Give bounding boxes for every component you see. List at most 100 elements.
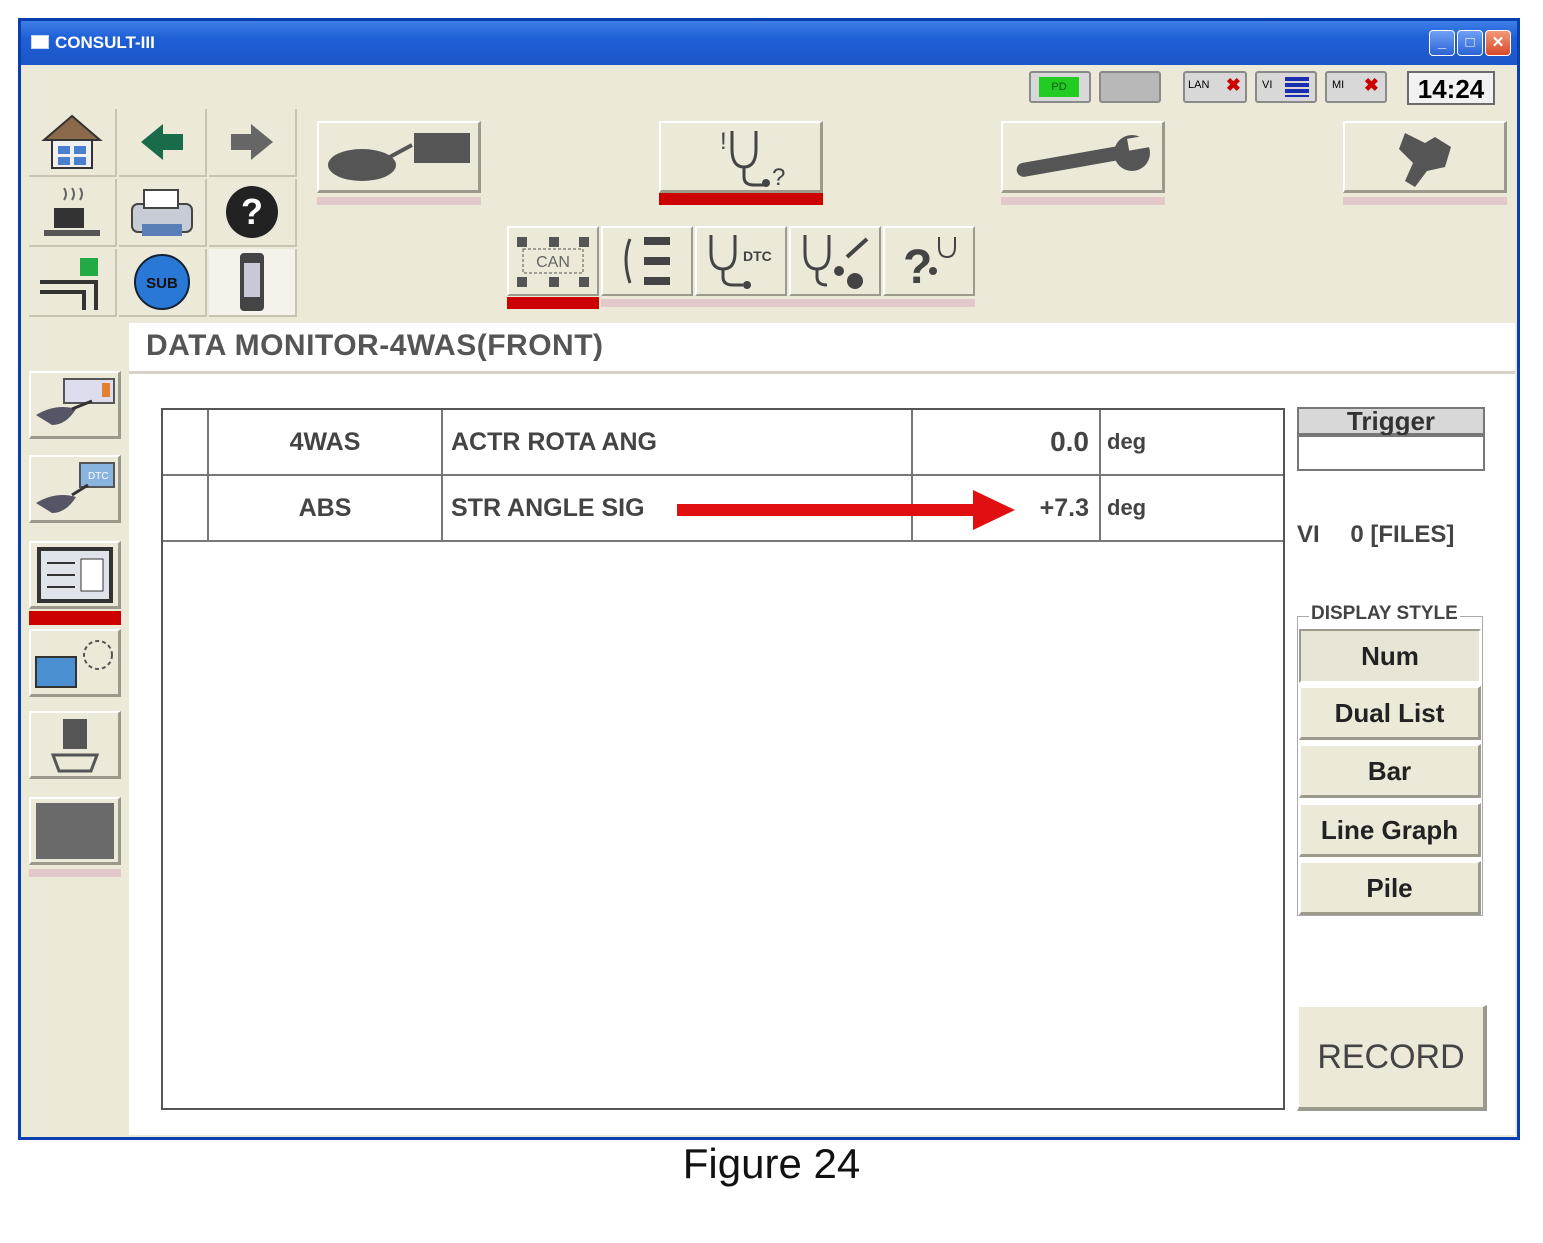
trigger-field[interactable] (1297, 435, 1485, 471)
data-list-button[interactable] (601, 226, 693, 296)
bar-button[interactable]: Bar (1299, 744, 1481, 798)
data-monitor-active-bar (29, 611, 121, 625)
row-select-cell[interactable] (163, 410, 209, 474)
print-button[interactable] (119, 179, 207, 247)
printer-icon (131, 189, 193, 236)
maximize-button[interactable]: □ (1457, 30, 1483, 56)
pile-button[interactable]: Pile (1299, 861, 1481, 915)
lan-error-icon: ✖ (1225, 75, 1241, 95)
sidebar-item-active-test[interactable] (29, 629, 121, 697)
can-diagnosis-button[interactable]: CAN (507, 226, 599, 296)
screen-capture-button[interactable] (29, 249, 117, 317)
svg-text:DTC: DTC (88, 471, 109, 482)
table-row[interactable]: 4WAS ACTR ROTA ANG 0.0 deg (163, 410, 1283, 476)
back-button[interactable] (119, 109, 207, 177)
sidebar-item-blank[interactable] (29, 797, 121, 865)
repair-underline (1001, 197, 1165, 205)
ecu-diagnosis-icon (35, 377, 115, 425)
vi-label: VI (1297, 521, 1320, 548)
work-support-button[interactable] (789, 226, 881, 296)
svg-text:?: ? (772, 164, 785, 189)
select-vehicle-button[interactable] (317, 121, 481, 193)
highlight-arrow-icon (677, 490, 1015, 530)
trigger-label: Trigger (1297, 407, 1485, 435)
dual-list-button[interactable]: Dual List (1299, 686, 1481, 740)
sidebar-item-self-diagnosis[interactable] (29, 371, 121, 439)
mi-label: MI (1332, 79, 1345, 91)
help-button[interactable]: ? (209, 179, 297, 247)
screen-capture-icon (40, 258, 98, 310)
coffee-icon (44, 187, 100, 236)
vehicle-connect-icon (327, 132, 470, 181)
sidebar-item-work-support[interactable] (29, 711, 121, 779)
vi-files-status: VI 0 [FILES] (1297, 521, 1454, 549)
title-bar: CONSULT-III _ □ ✕ (21, 21, 1517, 65)
settings-hand-icon (1398, 132, 1451, 187)
data-list-icon (624, 237, 670, 285)
help-diagnosis-button[interactable]: ? (883, 226, 975, 296)
unit-cell: deg (1107, 429, 1147, 454)
work-support-icon (803, 235, 869, 289)
can-active-bar (507, 297, 599, 309)
close-button[interactable]: ✕ (1485, 30, 1511, 56)
wrench-icon (1016, 134, 1153, 177)
dtc-stethoscope-icon: DTC (709, 235, 772, 289)
work-support-tool-icon (50, 718, 99, 772)
battery-indicator (1099, 71, 1161, 103)
settings-button[interactable] (1343, 121, 1507, 193)
data-monitor-icon (36, 546, 113, 603)
sidebar-item-data-monitor[interactable] (29, 541, 121, 609)
sidebar-item-dtc-diagnosis[interactable]: DTC (29, 455, 121, 523)
settings-underline (1343, 197, 1507, 205)
can-icon: CAN (517, 237, 589, 287)
diagnosis-active-bar (659, 193, 823, 205)
item-cell: ACTR ROTA ANG (443, 410, 913, 474)
select-vehicle-underline (317, 197, 481, 205)
lan-label: LAN (1188, 79, 1210, 91)
system-cell: ABS (209, 476, 443, 540)
clock: 14:24 (1407, 71, 1495, 105)
stethoscope-icon: !? (720, 128, 785, 189)
figure-caption: Figure 24 (682, 1140, 861, 1187)
value-cell: 0.0 (913, 410, 1101, 474)
data-monitor-table: 4WAS ACTR ROTA ANG 0.0 deg ABS STR ANGLE… (161, 408, 1285, 1110)
svg-text:?: ? (241, 191, 263, 232)
sub-toolbar-underline (601, 299, 975, 307)
active-test-icon (34, 639, 113, 688)
svg-text:?: ? (903, 241, 932, 291)
help-icon: ? (226, 186, 278, 238)
row-select-cell[interactable] (163, 476, 209, 540)
page-title: DATA MONITOR-4WAS(FRONT) (146, 329, 604, 362)
record-button[interactable]: RECORD (1297, 1005, 1487, 1111)
home-button[interactable] (29, 109, 117, 177)
sidebar-underline (29, 869, 121, 877)
blank-icon (35, 802, 114, 859)
unit-cell: deg (1107, 495, 1147, 520)
can-label: CAN (536, 254, 570, 271)
help-stethoscope-icon: ? (903, 237, 956, 291)
sub-label: SUB (146, 275, 178, 292)
vi-device-button[interactable] (209, 249, 297, 317)
dtc-diagnosis-icon: DTC (35, 461, 115, 513)
pd-label: PD (1039, 77, 1079, 97)
line-graph-button[interactable]: Line Graph (1299, 803, 1481, 857)
home-icon (41, 114, 103, 169)
app-icon (31, 35, 49, 49)
dtc-button[interactable]: DTC (695, 226, 787, 296)
num-button[interactable]: Num (1299, 629, 1481, 683)
files-count: 0 [FILES] (1350, 521, 1455, 548)
svg-text:!: ! (720, 128, 727, 155)
title-rule (129, 371, 1515, 374)
sub-button[interactable]: SUB (119, 249, 207, 317)
vi-indicator: VI (1255, 71, 1317, 103)
mi-indicator: MI ✖ (1325, 71, 1387, 103)
vi-device-icon (240, 253, 264, 311)
back-arrow-icon (141, 124, 183, 160)
sub-icon: SUB (134, 254, 190, 310)
diagnosis-button[interactable]: !? (659, 121, 823, 193)
forward-button[interactable] (209, 109, 297, 177)
repair-button[interactable] (1001, 121, 1165, 193)
forward-arrow-icon (231, 124, 273, 160)
minimize-button[interactable]: _ (1429, 30, 1455, 56)
pause-button[interactable] (29, 179, 117, 247)
